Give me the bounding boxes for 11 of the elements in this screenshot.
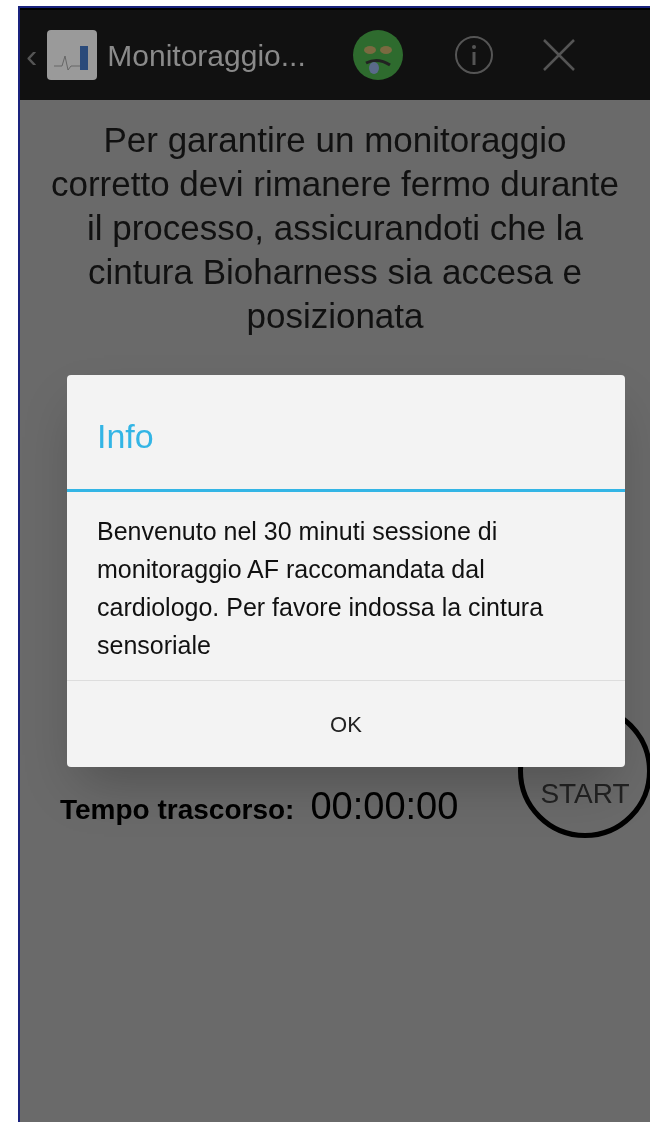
elapsed-time-value: 00:00:00 <box>310 784 459 829</box>
app-logo-icon <box>47 30 98 80</box>
back-button[interactable]: ‹ <box>26 38 38 72</box>
elapsed-time-label: Tempo trascorso: <box>60 793 295 827</box>
close-icon[interactable] <box>541 38 576 72</box>
info-icon[interactable] <box>453 35 494 75</box>
sick-face-icon <box>351 29 404 81</box>
app-title: Monitoraggio... <box>107 37 306 74</box>
dialog-title: Info <box>96 416 155 457</box>
dialog-message: Benvenuto nel 30 minuti sessione di monitoraggio AF raccomandata dal cardiologo. Per favore indossa la cintura sensoriale <box>96 516 545 661</box>
instructions-text: Per garantire un monitoraggio corretto devi rimanere fermo durante il processo, assicurandoti che la cintura Bioharness sia accesa e posizionata <box>49 119 620 337</box>
